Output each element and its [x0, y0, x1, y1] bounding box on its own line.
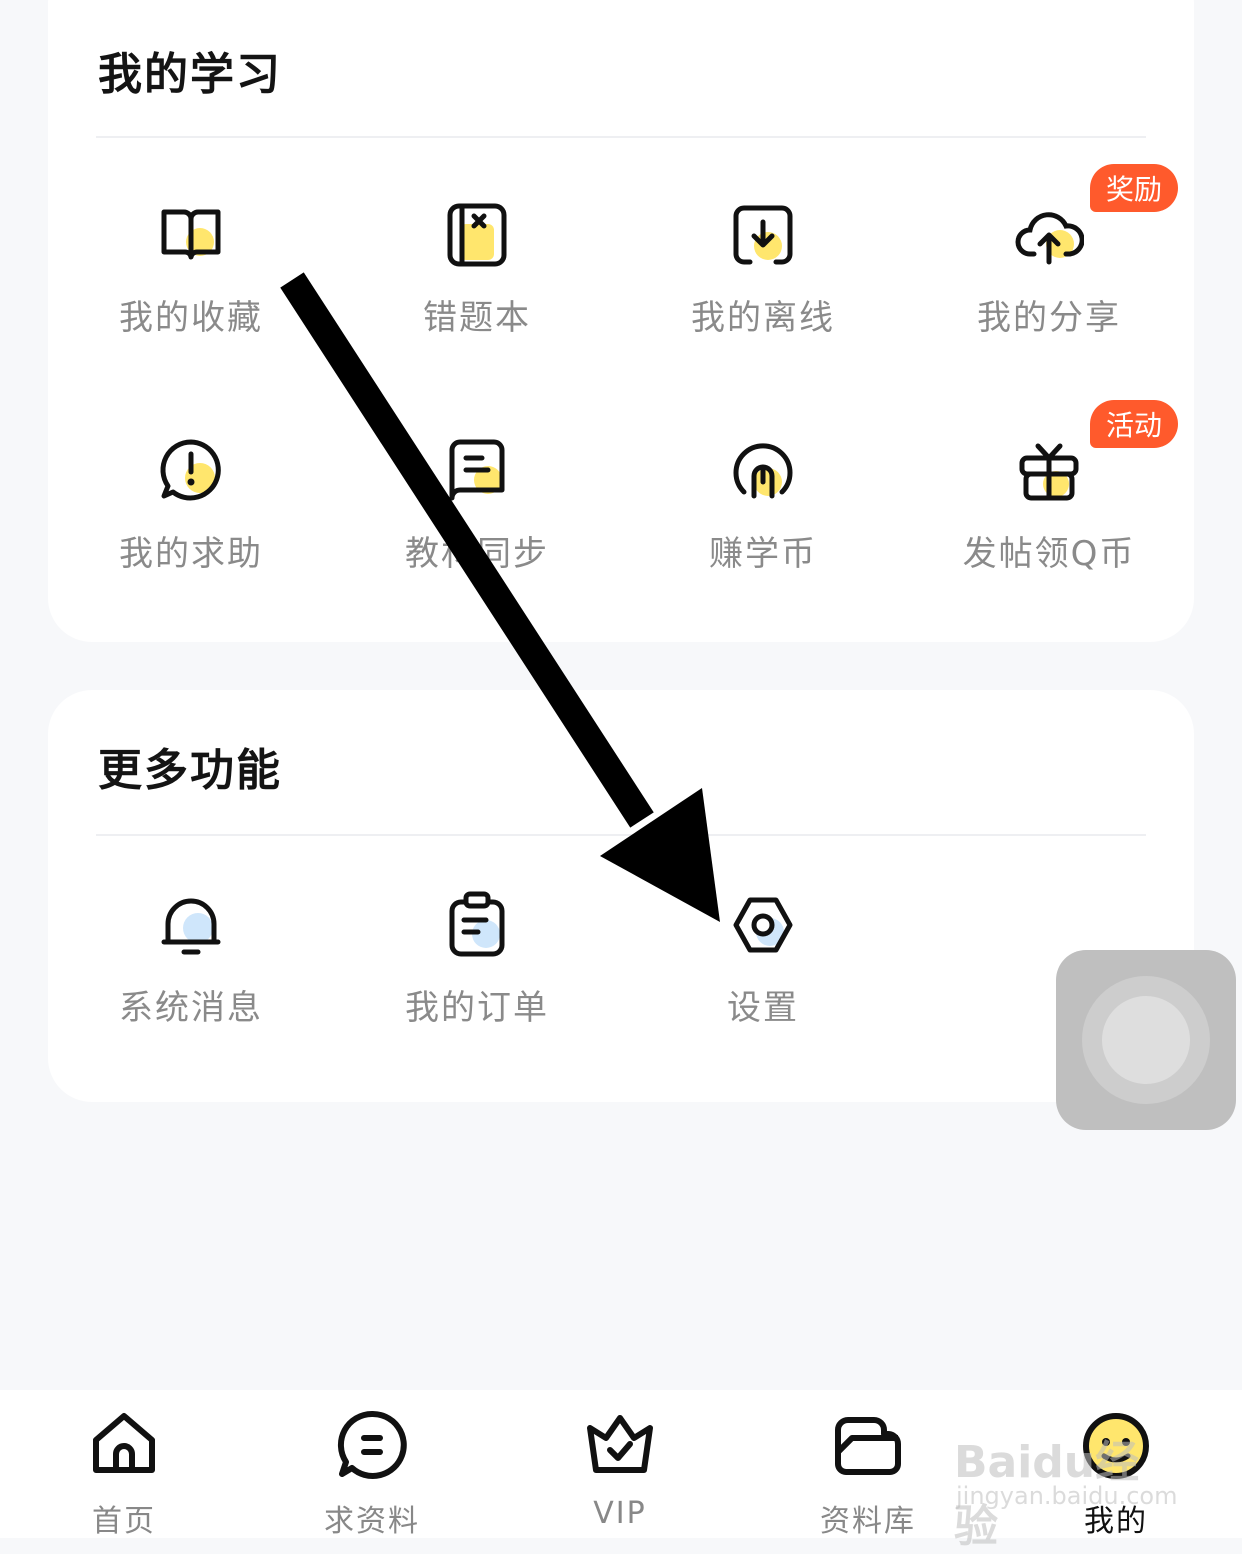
my-study-card: 我的学习 我的收藏 错题本 我的离线 奖励 我的分享 我的求助 教材同步 赚学币… [48, 0, 1194, 642]
divider [96, 834, 1146, 836]
my-offline-label: 我的离线 [691, 298, 835, 338]
crown-icon [582, 1408, 658, 1484]
system-messages-label: 系统消息 [119, 988, 263, 1028]
my-study-title: 我的学习 [98, 49, 282, 100]
profile-icon [1078, 1408, 1154, 1484]
exclamation-bubble-icon [156, 436, 226, 506]
gift-icon [1014, 436, 1084, 506]
download-box-icon [728, 200, 798, 270]
book-icon [156, 200, 226, 270]
wrong-questions-tile[interactable]: 错题本 [334, 200, 620, 370]
bottom-tab-bar: 首页 求资料 VIP 资料库 我的 [0, 1390, 1242, 1539]
textbook-icon [442, 436, 512, 506]
tab-library[interactable]: 资料库 [788, 1408, 948, 1539]
tab-home-label: 首页 [92, 1504, 156, 1539]
tab-home[interactable]: 首页 [44, 1408, 204, 1539]
bell-icon [156, 890, 226, 960]
my-favorites-tile[interactable]: 我的收藏 [48, 200, 334, 370]
settings-label: 设置 [727, 988, 799, 1028]
tab-mine[interactable]: 我的 [1036, 1408, 1196, 1539]
settings-tile[interactable]: 设置 [620, 890, 906, 1060]
my-favorites-label: 我的收藏 [119, 298, 263, 338]
my-share-tile[interactable]: 奖励 我的分享 [906, 164, 1192, 370]
reward-badge: 奖励 [1089, 164, 1178, 212]
cloud-upload-icon [1014, 200, 1084, 270]
tab-vip[interactable]: VIP [540, 1408, 700, 1538]
chat-icon [334, 1408, 410, 1484]
my-help-tile[interactable]: 我的求助 [48, 436, 334, 606]
tab-vip-label: VIP [593, 1496, 647, 1531]
coin-icon [728, 436, 798, 506]
tab-request-materials[interactable]: 求资料 [292, 1408, 452, 1539]
my-orders-tile[interactable]: 我的订单 [334, 890, 620, 1060]
wrong-questions-label: 错题本 [423, 298, 531, 338]
my-orders-label: 我的订单 [405, 988, 549, 1028]
my-help-label: 我的求助 [119, 534, 263, 574]
my-offline-tile[interactable]: 我的离线 [620, 200, 906, 370]
activity-badge: 活动 [1089, 400, 1178, 448]
notebook-x-icon [442, 200, 512, 270]
system-messages-tile[interactable]: 系统消息 [48, 890, 334, 1060]
tab-library-label: 资料库 [820, 1504, 916, 1539]
my-share-label: 我的分享 [977, 298, 1121, 338]
textbook-sync-label: 教材同步 [405, 534, 549, 574]
home-icon [86, 1408, 162, 1484]
clipboard-icon [442, 890, 512, 960]
assistive-touch-center [1102, 996, 1190, 1084]
more-features-card: 更多功能 系统消息 我的订单 设置 [48, 690, 1194, 1102]
post-for-qcoin-label: 发帖领Q币 [962, 534, 1136, 574]
post-for-qcoin-tile[interactable]: 活动 发帖领Q币 [906, 400, 1192, 606]
earn-coins-label: 赚学币 [709, 534, 817, 574]
tab-request-materials-label: 求资料 [324, 1504, 420, 1539]
earn-coins-tile[interactable]: 赚学币 [620, 436, 906, 606]
textbook-sync-tile[interactable]: 教材同步 [334, 436, 620, 606]
assistive-touch-button[interactable] [1056, 950, 1236, 1130]
folder-icon [830, 1408, 906, 1484]
divider [96, 136, 1146, 138]
more-features-title: 更多功能 [98, 745, 282, 796]
gear-icon [728, 890, 798, 960]
tab-mine-label: 我的 [1084, 1504, 1148, 1539]
